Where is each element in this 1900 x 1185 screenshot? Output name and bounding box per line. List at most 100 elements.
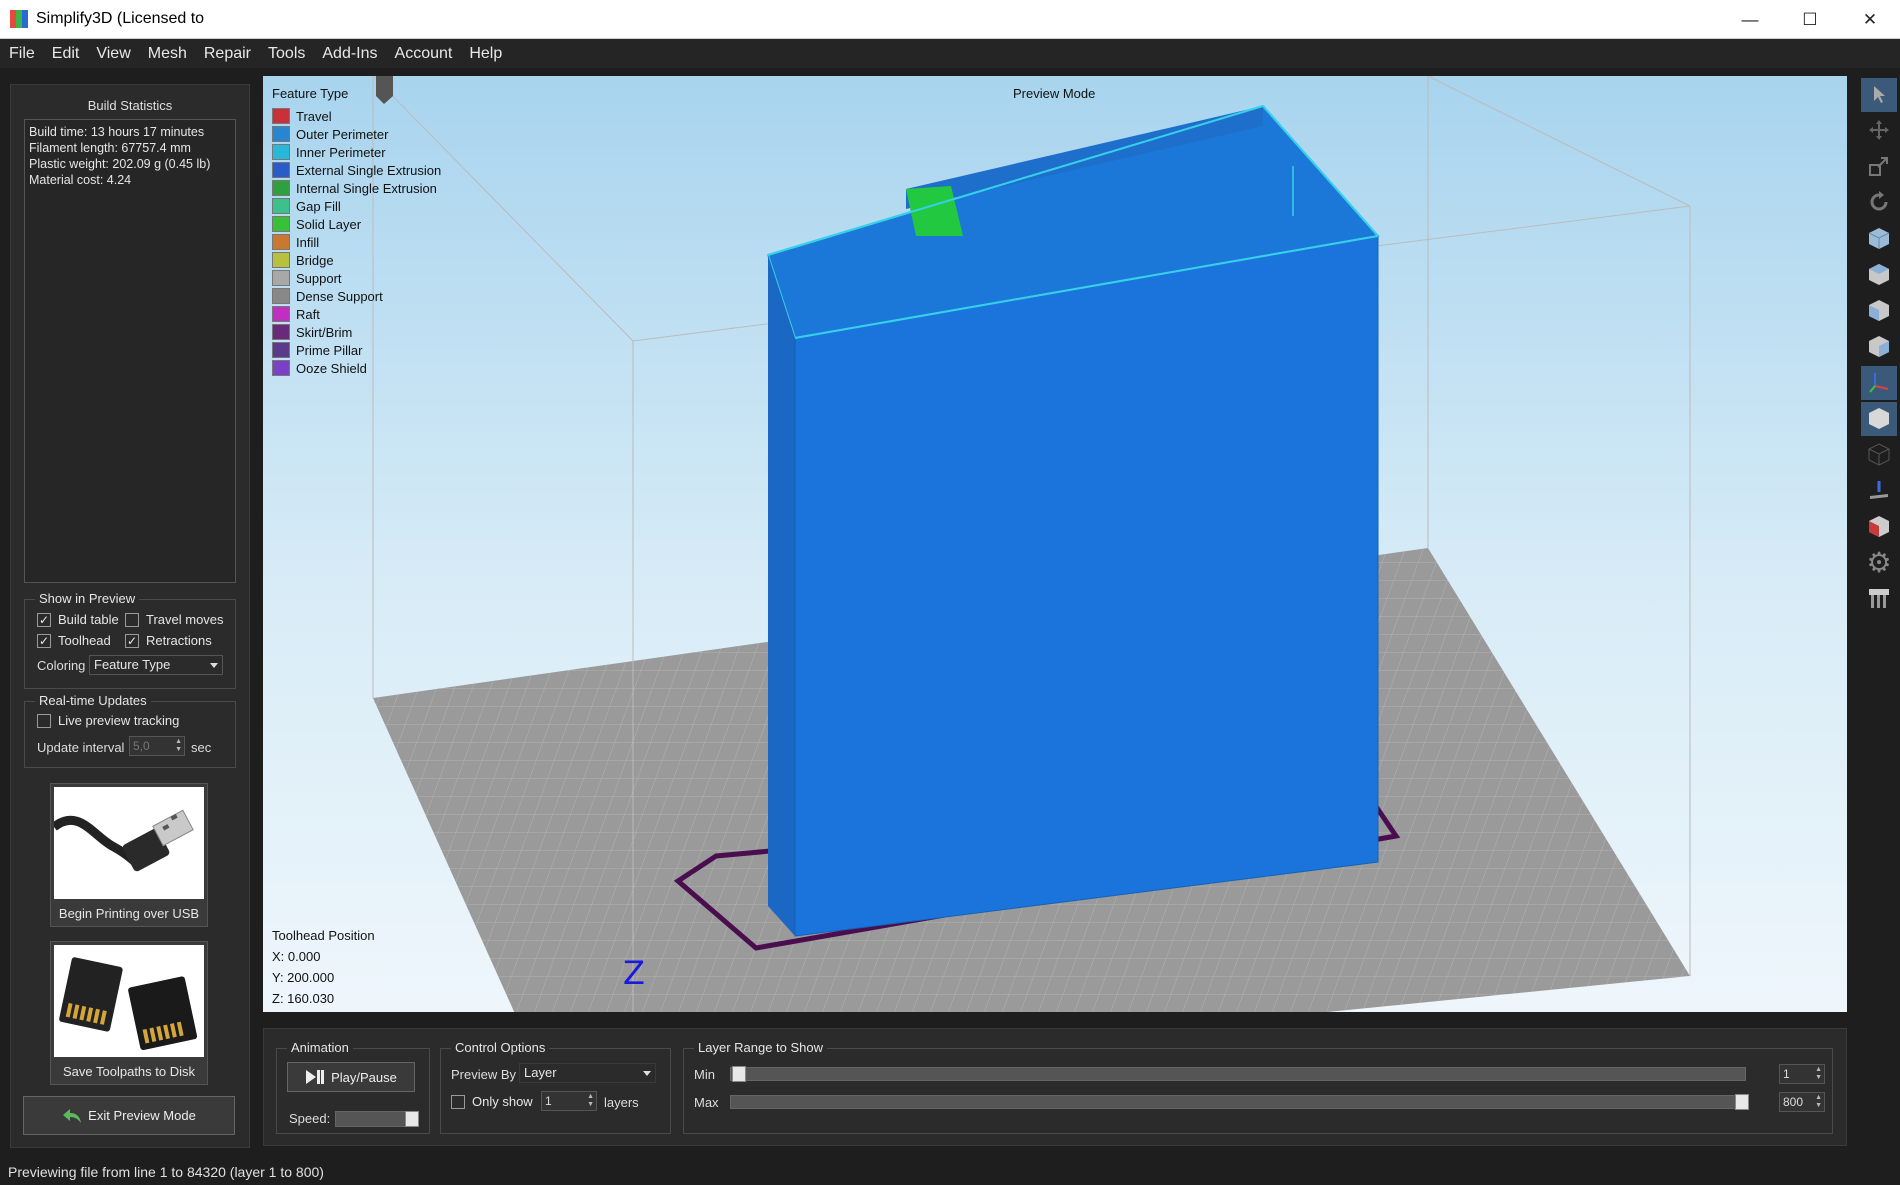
preview-by-label: Preview By	[451, 1067, 517, 1082]
build-statistics-title: Build Statistics	[87, 98, 173, 113]
menu-mesh[interactable]: Mesh	[148, 45, 187, 63]
live-preview-checkbox[interactable]: Live preview tracking	[37, 713, 179, 728]
spin-arrows-icon: ▲ ▼	[1815, 1094, 1822, 1109]
stat-build-time: Build time: 13 hours 17 minutes	[29, 125, 205, 139]
begin-printing-usb-button[interactable]: Begin Printing over USB	[50, 783, 208, 927]
legend-swatch	[272, 360, 290, 376]
only-show-layers-spinbox[interactable]: 1 ▲ ▼	[541, 1091, 597, 1111]
scale-icon	[1868, 155, 1890, 180]
cross-section-icon	[1867, 478, 1891, 505]
menu-edit[interactable]: Edit	[52, 45, 80, 63]
back-arrow-icon	[62, 1108, 82, 1124]
settings-button[interactable]: ⚙	[1861, 546, 1897, 580]
menu-account[interactable]: Account	[395, 45, 453, 63]
view-front-button[interactable]	[1861, 294, 1897, 328]
chevron-down-icon	[210, 663, 218, 668]
cube-icon	[1867, 406, 1891, 433]
toolhead-position-title: Toolhead Position	[272, 928, 375, 943]
rotate-icon	[1867, 190, 1891, 217]
show-in-preview-legend: Show in Preview	[35, 591, 140, 606]
save-toolpaths-button[interactable]: Save Toolpaths to Disk	[50, 941, 208, 1085]
legend-item: External Single Extrusion	[272, 161, 441, 179]
sd-cards-image	[54, 945, 204, 1057]
menu-add-ins[interactable]: Add-Ins	[322, 45, 377, 63]
menu-view[interactable]: View	[96, 45, 130, 63]
right-toolbar: ⚙	[1858, 76, 1900, 636]
layers-label: layers	[604, 1095, 639, 1110]
move-tool-button[interactable]	[1861, 114, 1897, 148]
travel-moves-checkbox[interactable]: Travel moves	[125, 612, 224, 627]
maximize-button[interactable]: ☐	[1780, 0, 1840, 39]
model-color-button[interactable]	[1861, 510, 1897, 544]
max-layer-slider[interactable]	[730, 1095, 1746, 1109]
cube-icon	[1867, 262, 1891, 289]
update-interval-spinbox[interactable]: 5,0 ▲ ▼	[129, 736, 185, 756]
coloring-label: Coloring	[37, 658, 86, 673]
min-layer-slider-handle[interactable]	[732, 1066, 746, 1082]
axes-toggle-button[interactable]	[1861, 366, 1897, 400]
cross-section-button[interactable]	[1861, 474, 1897, 508]
view-side-button[interactable]	[1861, 330, 1897, 364]
stat-material-cost: Material cost: 4.24	[29, 173, 132, 187]
support-icon	[1867, 586, 1891, 613]
retractions-checkbox[interactable]: ✓ Retractions	[125, 633, 212, 648]
only-show-checkbox[interactable]: Only show	[451, 1094, 533, 1109]
object-left-face	[768, 255, 795, 936]
3d-preview-viewport[interactable]: Feature Type Travel Outer Perimeter Inne…	[263, 76, 1847, 1012]
legend-swatch	[272, 126, 290, 142]
legend-item: Prime Pillar	[272, 341, 441, 359]
menu-help[interactable]: Help	[469, 45, 502, 63]
view-iso-button[interactable]	[1861, 222, 1897, 256]
play-pause-button[interactable]: Play/Pause	[287, 1062, 415, 1092]
feature-type-title: Feature Type	[272, 86, 349, 101]
wireframe-cube-icon	[1867, 442, 1891, 469]
preview-by-select[interactable]: Layer	[519, 1063, 656, 1083]
coloring-select[interactable]: Feature Type	[89, 655, 223, 675]
supports-button[interactable]	[1861, 582, 1897, 616]
legend-swatch	[272, 234, 290, 250]
legend-swatch	[272, 162, 290, 178]
min-layer-slider[interactable]	[730, 1067, 1746, 1081]
view-top-button[interactable]	[1861, 258, 1897, 292]
menu-tools[interactable]: Tools	[268, 45, 305, 63]
layer-range-group: Layer Range to Show Min 1 ▲ ▼ Max 800 ▲ ▼	[683, 1040, 1833, 1134]
animation-group: Animation Play/Pause Speed:	[276, 1040, 430, 1134]
toolhead-checkbox[interactable]: ✓ Toolhead	[37, 633, 111, 648]
menu-repair[interactable]: Repair	[204, 45, 251, 63]
gear-icon: ⚙	[1866, 547, 1892, 578]
min-label: Min	[694, 1067, 715, 1082]
update-interval-label: Update interval	[37, 740, 125, 755]
cube-icon	[1867, 298, 1891, 325]
legend-swatch	[272, 270, 290, 286]
build-table-checkbox[interactable]: ✓ Build table	[37, 612, 119, 627]
menu-file[interactable]: File	[9, 45, 35, 63]
legend-item: Skirt/Brim	[272, 323, 441, 341]
title-bar: Simplify3D (Licensed to — ☐ ✕	[0, 0, 1900, 39]
rotate-tool-button[interactable]	[1861, 186, 1897, 220]
solid-view-button[interactable]	[1861, 402, 1897, 436]
update-interval-unit: sec	[191, 740, 212, 755]
colored-cube-icon	[1867, 514, 1891, 541]
max-layer-spinbox[interactable]: 800 ▲ ▼	[1779, 1092, 1825, 1112]
usb-cable-image	[54, 787, 204, 899]
select-tool-button[interactable]	[1861, 78, 1897, 112]
chevron-down-icon	[643, 1071, 651, 1076]
close-button[interactable]: ✕	[1840, 0, 1900, 39]
move-icon	[1868, 119, 1890, 144]
speed-slider-handle[interactable]	[405, 1111, 419, 1127]
toolhead-z: Z: 160.030	[272, 991, 335, 1006]
object-front-face	[794, 235, 1379, 937]
legend-item: Raft	[272, 305, 441, 323]
scale-tool-button[interactable]	[1861, 150, 1897, 184]
wireframe-view-button[interactable]	[1861, 438, 1897, 472]
minimize-button[interactable]: —	[1720, 0, 1780, 39]
axes-icon	[1867, 370, 1891, 397]
preview-mode-label: Preview Mode	[1013, 86, 1096, 101]
spin-arrows-icon: ▲ ▼	[587, 1093, 594, 1108]
legend-item: Bridge	[272, 251, 441, 269]
z-axis-label: Z	[623, 954, 645, 992]
max-layer-slider-handle[interactable]	[1735, 1094, 1749, 1110]
min-layer-spinbox[interactable]: 1 ▲ ▼	[1779, 1064, 1825, 1084]
exit-preview-mode-button[interactable]: Exit Preview Mode	[23, 1096, 235, 1135]
status-bar: Previewing file from line 1 to 84320 (la…	[0, 1160, 1900, 1185]
